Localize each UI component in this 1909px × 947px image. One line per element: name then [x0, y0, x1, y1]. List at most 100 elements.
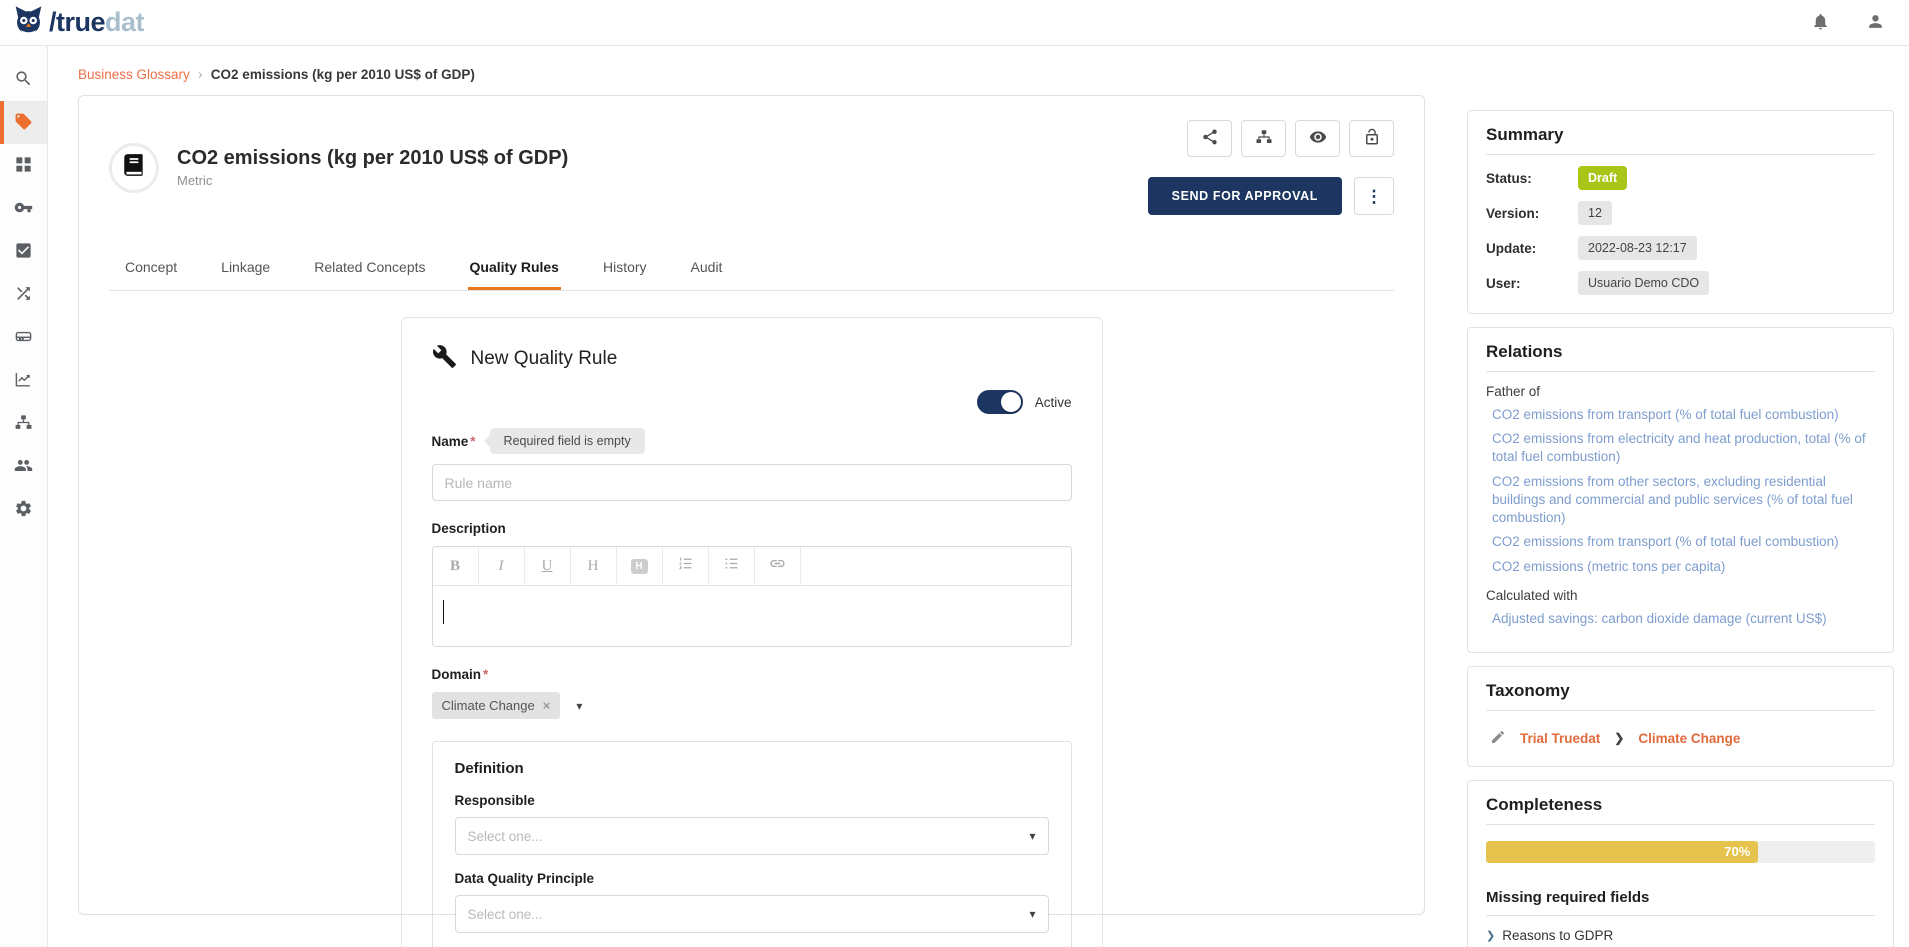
app-logo[interactable]: /truedat — [12, 5, 144, 41]
more-actions-button[interactable]: ⋮ — [1354, 177, 1394, 215]
sidebar-item-search[interactable] — [0, 58, 47, 101]
description-input[interactable] — [433, 586, 1071, 646]
sidebar-item-glossary[interactable] — [0, 101, 47, 144]
domain-dropdown-button[interactable]: ▾ — [576, 699, 582, 713]
italic-button[interactable]: I — [479, 547, 525, 585]
name-label: Name* — [432, 434, 476, 449]
bold-button[interactable]: B — [433, 547, 479, 585]
domain-chip-remove[interactable]: × — [543, 698, 551, 713]
send-for-approval-button[interactable]: SEND FOR APPROVAL — [1148, 177, 1342, 215]
notifications-button[interactable] — [1811, 12, 1830, 34]
eye-icon — [1309, 128, 1327, 149]
tab-concept[interactable]: Concept — [123, 249, 179, 290]
breadcrumb-business-glossary[interactable]: Business Glossary — [78, 67, 190, 82]
heading-block-icon: H — [631, 559, 648, 574]
rule-name-input[interactable] — [432, 464, 1072, 501]
required-asterisk: * — [470, 434, 475, 449]
relation-link[interactable]: CO2 emissions from transport (% of total… — [1486, 533, 1875, 551]
taxonomy-panel: Taxonomy Trial Truedat ❯ Climate Change — [1467, 666, 1894, 767]
sidebar-item-dashboards[interactable] — [0, 144, 47, 187]
form-title: New Quality Rule — [471, 348, 618, 370]
kebab-icon: ⋮ — [1366, 187, 1383, 206]
users-icon — [14, 456, 33, 478]
edit-taxonomy-button[interactable] — [1490, 729, 1506, 748]
sidebar-item-quality[interactable] — [0, 230, 47, 273]
relation-link[interactable]: CO2 emissions from other sectors, exclud… — [1486, 473, 1875, 528]
tab-audit[interactable]: Audit — [689, 249, 725, 290]
active-toggle-label: Active — [1035, 395, 1072, 410]
concept-card: CO2 emissions (kg per 2010 US$ of GDP) M… — [78, 95, 1425, 915]
sidebar-item-permissions[interactable] — [0, 187, 47, 230]
sidebar — [0, 46, 48, 947]
completeness-heading: Completeness — [1486, 795, 1875, 825]
relation-link[interactable]: Adjusted savings: carbon dioxide damage … — [1486, 610, 1875, 628]
caret-down-icon: ▾ — [1029, 829, 1035, 843]
ordered-list-button[interactable] — [663, 547, 709, 585]
close-icon: × — [543, 698, 551, 713]
sidebar-item-users[interactable] — [0, 445, 47, 488]
breadcrumb-current: CO2 emissions (kg per 2010 US$ of GDP) — [211, 67, 475, 82]
sitemap-icon — [1255, 128, 1273, 149]
completeness-bar: 70% — [1486, 841, 1875, 863]
pencil-icon — [1490, 729, 1506, 748]
status-label: Status: — [1486, 171, 1578, 186]
ordered-list-icon — [677, 555, 694, 577]
main-content: Business Glossary › CO2 emissions (kg pe… — [48, 46, 1425, 947]
name-error-badge: Required field is empty — [490, 428, 645, 454]
book-icon — [121, 152, 147, 183]
responsible-label: Responsible — [455, 793, 1049, 808]
quality-rule-panel: New Quality Rule Active Name* Required f… — [401, 317, 1103, 947]
data-quality-principle-select[interactable]: Select one... ▾ — [455, 895, 1049, 933]
share-icon — [1201, 128, 1219, 149]
app-header: /truedat — [0, 0, 1909, 46]
caret-down-icon: ▾ — [576, 699, 582, 713]
tab-history[interactable]: History — [601, 249, 649, 290]
taxonomy-leaf-link[interactable]: Climate Change — [1638, 731, 1740, 746]
sitemap-icon — [14, 413, 33, 435]
update-label: Update: — [1486, 241, 1578, 256]
tab-linkage[interactable]: Linkage — [219, 249, 272, 290]
missing-field-item[interactable]: ❯ Reasons to GDPR — [1486, 928, 1875, 943]
underline-button[interactable]: U — [525, 547, 571, 585]
sidebar-item-settings[interactable] — [0, 488, 47, 531]
tab-related-concepts[interactable]: Related Concepts — [312, 249, 427, 290]
right-rail: Summary Status:Draft Version:12 Update:2… — [1467, 46, 1894, 947]
sidebar-item-structures[interactable] — [0, 402, 47, 445]
concept-type-label: Metric — [177, 173, 568, 188]
update-badge: 2022-08-23 12:17 — [1578, 236, 1697, 260]
relation-link[interactable]: CO2 emissions from electricity and heat … — [1486, 430, 1875, 466]
user-icon — [1866, 12, 1885, 34]
link-button[interactable] — [755, 547, 801, 585]
tab-quality-rules[interactable]: Quality Rules — [468, 249, 561, 290]
chevron-right-icon: › — [198, 66, 203, 83]
active-toggle[interactable] — [977, 390, 1023, 414]
watch-button[interactable] — [1295, 120, 1340, 157]
sidebar-item-lineage[interactable] — [0, 273, 47, 316]
domain-label: Domain* — [432, 667, 1072, 682]
search-icon — [14, 69, 33, 91]
lock-button[interactable] — [1349, 120, 1394, 157]
definition-heading: Definition — [455, 760, 1049, 777]
relation-link[interactable]: CO2 emissions from transport (% of total… — [1486, 406, 1875, 424]
completeness-percent-label: 70% — [1724, 844, 1750, 859]
user-label: User: — [1486, 276, 1578, 291]
share-button[interactable] — [1187, 120, 1232, 157]
unordered-list-icon — [723, 555, 740, 577]
sidebar-item-data-sources[interactable] — [0, 316, 47, 359]
user-menu-button[interactable] — [1866, 12, 1885, 34]
description-editor: B I U H H — [432, 546, 1072, 647]
check-square-icon — [14, 241, 33, 263]
relations-graph-button[interactable] — [1241, 120, 1286, 157]
domain-chip: Climate Change × — [432, 692, 561, 719]
version-label: Version: — [1486, 206, 1578, 221]
relation-link[interactable]: CO2 emissions (metric tons per capita) — [1486, 558, 1875, 576]
taxonomy-heading: Taxonomy — [1486, 681, 1875, 711]
user-badge: Usuario Demo CDO — [1578, 271, 1709, 295]
wrench-icon — [432, 344, 457, 374]
sidebar-item-analytics[interactable] — [0, 359, 47, 402]
taxonomy-root-link[interactable]: Trial Truedat — [1520, 731, 1600, 746]
responsible-select[interactable]: Select one... ▾ — [455, 817, 1049, 855]
unordered-list-button[interactable] — [709, 547, 755, 585]
heading-block-button[interactable]: H — [617, 547, 663, 585]
heading-button[interactable]: H — [571, 547, 617, 585]
